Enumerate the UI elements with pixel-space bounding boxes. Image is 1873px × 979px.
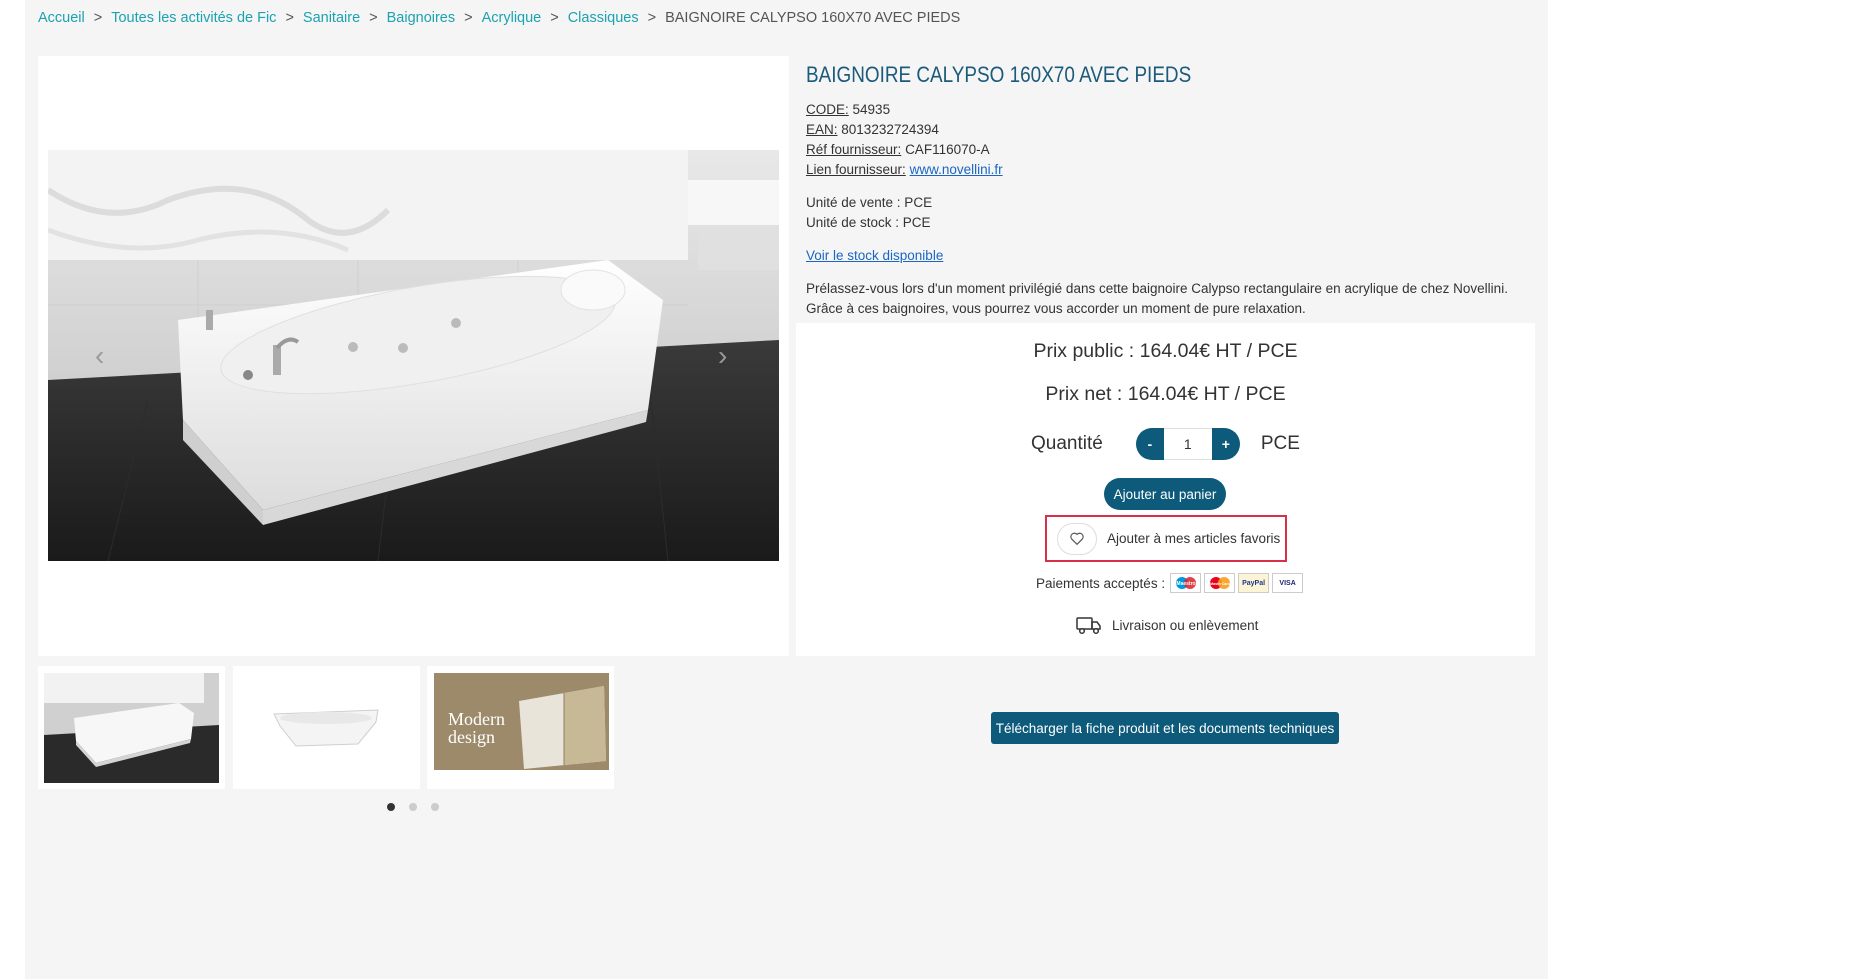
code-label: CODE: (806, 102, 849, 117)
add-to-cart-button[interactable]: Ajouter au panier (1104, 478, 1226, 510)
quantity-label: Quantité (1031, 433, 1103, 454)
add-to-favorites-button[interactable]: Ajouter à mes articles favoris (1045, 515, 1287, 562)
thumbnail-3-caption: Modern design (448, 709, 505, 747)
code-value: 54935 (852, 102, 891, 117)
quantity-input[interactable]: 1 (1163, 428, 1212, 460)
breadcrumb-separator: > (285, 10, 294, 26)
supplier-link[interactable]: www.novellini.fr (910, 162, 1003, 177)
product-description: Prélassez-vous lors d'un moment privilég… (806, 281, 1508, 316)
maestro-icon: Maestro (1170, 573, 1202, 593)
supplier-link-label: Lien fournisseur: (806, 162, 906, 177)
breadcrumb-acrylique[interactable]: Acrylique (482, 10, 542, 26)
mastercard-icon: MasterCard (1204, 573, 1236, 593)
supplier-ref-label: Réf fournisseur: (806, 142, 902, 157)
svg-text:Maestro: Maestro (1176, 581, 1195, 587)
public-price: Prix public : 164.04€ HT / PCE (1033, 340, 1298, 362)
sale-unit: Unité de vente : PCE (806, 195, 933, 210)
delivery-label: Livraison ou enlèvement (1112, 617, 1259, 633)
gallery-dot-1[interactable] (387, 803, 395, 811)
ean-value: 8013232724394 (841, 122, 939, 137)
visa-icon: VISA (1272, 573, 1304, 593)
gallery-dot-2[interactable] (409, 803, 417, 811)
breadcrumb-home[interactable]: Accueil (38, 10, 85, 26)
product-title: BAIGNOIRE CALYPSO 160X70 AVEC PIEDS (806, 62, 1192, 87)
favorites-label: Ajouter à mes articles favoris (1107, 531, 1281, 546)
stock-link[interactable]: Voir le stock disponible (806, 248, 943, 263)
payment-methods: Paiements acceptés : Maestro MasterCard … (1036, 573, 1304, 593)
product-main-image (48, 150, 779, 561)
delivery-info: Livraison ou enlèvement (1076, 615, 1258, 635)
supplier-ref-value: CAF116070-A (905, 142, 990, 157)
gallery-dot-3[interactable] (431, 803, 439, 811)
breadcrumb: Accueil > Toutes les activités de Fic > … (38, 10, 960, 26)
paypal-icon: PayPal (1238, 573, 1270, 593)
product-specs: CODE: 54935 EAN: 8013232724394 Réf fourn… (806, 100, 1536, 180)
units: Unité de vente : PCE Unité de stock : PC… (806, 193, 1536, 233)
gallery-prev-arrow[interactable]: ‹ (95, 340, 104, 372)
breadcrumb-separator: > (93, 10, 103, 26)
thumbnail-2-image (266, 700, 386, 755)
breadcrumb-separator: > (647, 10, 657, 26)
svg-text:MasterCard: MasterCard (1210, 582, 1230, 586)
gallery-pagination (387, 803, 453, 811)
heart-icon (1057, 522, 1097, 555)
breadcrumb-activities[interactable]: Toutes les activités de Fic (111, 10, 276, 26)
breadcrumb-separator: > (369, 10, 378, 26)
breadcrumb-separator: > (550, 10, 559, 26)
breadcrumb-current: BAIGNOIRE CALYPSO 160X70 AVEC PIEDS (665, 10, 961, 26)
stock-unit: Unité de stock : PCE (806, 215, 931, 230)
quantity-plus-button[interactable]: + (1211, 428, 1240, 460)
breadcrumb-classiques[interactable]: Classiques (568, 10, 639, 26)
ean-label: EAN: (806, 122, 838, 137)
thumbnail-1-image (44, 673, 219, 783)
breadcrumb-baignoires[interactable]: Baignoires (387, 10, 456, 26)
quantity-unit: PCE (1260, 433, 1300, 454)
download-documents-button[interactable]: Télécharger la fiche produit et les docu… (991, 712, 1339, 744)
quantity-stepper: - 1 + (1135, 428, 1240, 460)
breadcrumb-separator: > (464, 10, 473, 26)
truck-icon (1076, 617, 1101, 635)
product-info: BAIGNOIRE CALYPSO 160X70 AVEC PIEDS CODE… (806, 58, 1536, 319)
quantity-minus-button[interactable]: - (1135, 428, 1164, 460)
thumbnail-3-image: Modern design (434, 673, 609, 770)
quantity-row: Quantité - 1 + PCE (1031, 428, 1300, 460)
gallery-next-arrow[interactable]: › (718, 340, 727, 372)
payments-label: Paiements acceptés : (1036, 575, 1166, 591)
net-price: Prix net : 164.04€ HT / PCE (1045, 383, 1286, 405)
breadcrumb-sanitaire[interactable]: Sanitaire (303, 10, 360, 26)
